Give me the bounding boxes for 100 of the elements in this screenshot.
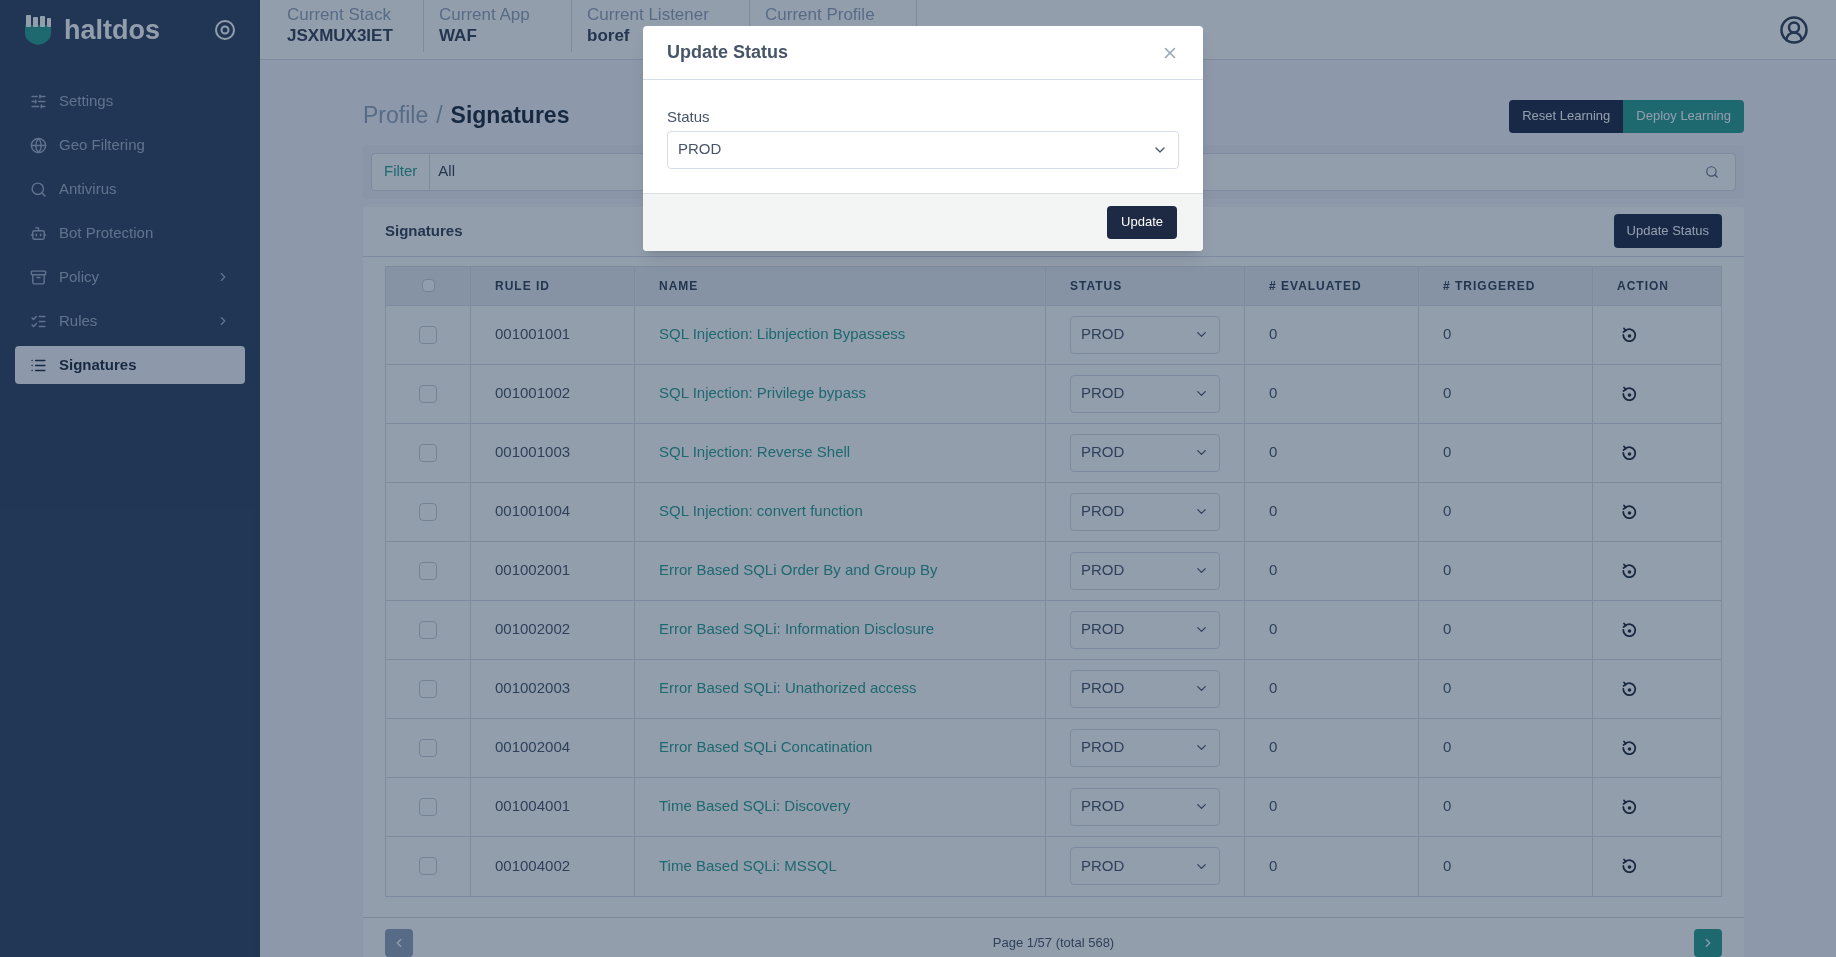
signature-link[interactable]: SQL Injection: convert function	[659, 500, 863, 523]
reset-icon[interactable]	[1621, 385, 1637, 402]
status-select[interactable]: PROD	[1070, 610, 1220, 649]
evaluated-count: 0	[1269, 324, 1278, 345]
evaluated-count: 0	[1269, 501, 1278, 522]
reset-icon[interactable]	[1621, 444, 1637, 461]
evaluated-count: 0	[1269, 560, 1278, 581]
reset-icon[interactable]	[1621, 503, 1637, 520]
evaluated-count: 0	[1269, 855, 1278, 876]
triggered-count: 0	[1443, 796, 1452, 817]
row-checkbox[interactable]	[419, 443, 437, 462]
signature-link[interactable]: Error Based SQLi Order By and Group By	[659, 559, 938, 582]
sliders-icon	[30, 92, 47, 110]
signature-link[interactable]: SQL Injection: Privilege bypass	[659, 382, 867, 405]
column-header: ACTION	[1617, 277, 1669, 295]
update-status-button[interactable]: Update Status	[1613, 214, 1722, 248]
evaluated-count: 0	[1269, 383, 1278, 404]
row-checkbox[interactable]	[419, 502, 437, 521]
context-label: Current Listener	[587, 5, 710, 25]
row-checkbox[interactable]	[419, 857, 437, 875]
sidebar-item[interactable]: Rules	[15, 302, 245, 340]
sidebar-item[interactable]: Antivirus	[15, 170, 245, 208]
select-all-checkbox[interactable]	[421, 279, 435, 292]
context-label: Current Profile	[765, 5, 876, 25]
rule-id: 001002001	[495, 560, 571, 581]
sidebar-item[interactable]: Policy	[15, 258, 245, 296]
reset-icon[interactable]	[1621, 680, 1637, 697]
triggered-count: 0	[1443, 619, 1452, 640]
status-select[interactable]: PROD	[1070, 492, 1220, 531]
row-checkbox[interactable]	[419, 679, 437, 698]
status-select[interactable]: PROD	[1070, 551, 1220, 590]
triggered-count: 0	[1443, 442, 1452, 463]
status-select[interactable]: PROD	[1070, 669, 1220, 708]
rule-id: 001004001	[495, 796, 571, 817]
row-checkbox[interactable]	[419, 797, 437, 816]
status-select[interactable]: PROD	[1070, 315, 1220, 354]
field-label: Status	[667, 107, 711, 127]
row-checkbox[interactable]	[419, 325, 437, 344]
evaluated-count: 0	[1269, 678, 1278, 699]
panel-title: Signatures	[385, 220, 463, 241]
avatar-icon[interactable]	[1779, 14, 1809, 45]
next-page-button[interactable]	[1694, 929, 1722, 957]
page-info: Page 1/57 (total 568)	[992, 934, 1115, 953]
column-header: RULE ID	[495, 277, 550, 295]
signature-link[interactable]: Error Based SQLi Concatination	[659, 736, 873, 759]
row-checkbox[interactable]	[419, 738, 437, 757]
sidebar-item[interactable]: Geo Filtering	[15, 126, 245, 164]
reset-icon[interactable]	[1621, 739, 1637, 756]
status-select[interactable]: PROD	[1070, 433, 1220, 472]
update-button[interactable]: Update	[1107, 205, 1177, 239]
rule-id: 001001001	[495, 324, 571, 345]
column-header: # EVALUATED	[1269, 277, 1362, 295]
reset-icon[interactable]	[1621, 798, 1637, 815]
action-button[interactable]: Deploy Learning	[1623, 99, 1744, 133]
archive-icon	[30, 268, 47, 286]
triggered-count: 0	[1443, 383, 1452, 404]
rule-id: 001002002	[495, 619, 571, 640]
signature-link[interactable]: SQL Injection: Reverse Shell	[659, 441, 851, 464]
rule-id: 001002003	[495, 678, 571, 699]
reset-icon[interactable]	[1621, 621, 1637, 638]
search-icon	[30, 180, 47, 198]
signature-link[interactable]: Time Based SQLi: MSSQL	[659, 854, 837, 878]
action-button[interactable]: Reset Learning	[1509, 99, 1624, 133]
sidebar-item[interactable]: Settings	[15, 82, 245, 120]
triggered-count: 0	[1443, 560, 1452, 581]
status-select[interactable]: PROD	[1070, 787, 1220, 826]
reset-icon[interactable]	[1621, 562, 1637, 579]
evaluated-count: 0	[1269, 796, 1278, 817]
sidebar-item[interactable]: Signatures	[15, 346, 245, 384]
column-header: # TRIGGERED	[1443, 277, 1536, 295]
status-select[interactable]: PROD	[1070, 728, 1220, 767]
context-label: Current App	[439, 5, 531, 25]
status-select[interactable]: PROD	[667, 130, 1179, 169]
column-header: STATUS	[1070, 277, 1123, 295]
row-checkbox[interactable]	[419, 561, 437, 580]
signature-link[interactable]: Time Based SQLi: Discovery	[659, 795, 851, 818]
status-select[interactable]: PROD	[1070, 374, 1220, 413]
signature-link[interactable]: Error Based SQLi: Unathorized access	[659, 677, 917, 700]
row-checkbox[interactable]	[419, 620, 437, 639]
evaluated-count: 0	[1269, 619, 1278, 640]
page-title: Signatures	[450, 101, 570, 130]
row-checkbox[interactable]	[419, 384, 437, 403]
rule-id: 001001004	[495, 501, 571, 522]
signature-link[interactable]: SQL Injection: Libnjection Bypassess	[659, 323, 906, 346]
dialog-title: Update Status	[667, 41, 789, 64]
context-value: JSXMUX3IET	[287, 25, 394, 47]
column-header: NAME	[659, 277, 699, 295]
evaluated-count: 0	[1269, 737, 1278, 758]
sidebar-item[interactable]: Bot Protection	[15, 214, 245, 252]
triggered-count: 0	[1443, 324, 1452, 345]
reset-icon[interactable]	[1621, 326, 1637, 343]
rule-id: 001002004	[495, 737, 571, 758]
rule-id: 001001002	[495, 383, 571, 404]
evaluated-count: 0	[1269, 442, 1278, 463]
search-icon[interactable]	[1705, 164, 1719, 179]
signature-link[interactable]: Error Based SQLi: Information Disclosure	[659, 618, 935, 641]
status-select[interactable]: PROD	[1070, 847, 1220, 885]
reset-icon[interactable]	[1621, 858, 1637, 874]
target-icon[interactable]	[214, 19, 236, 41]
context-value: boref	[587, 25, 631, 47]
